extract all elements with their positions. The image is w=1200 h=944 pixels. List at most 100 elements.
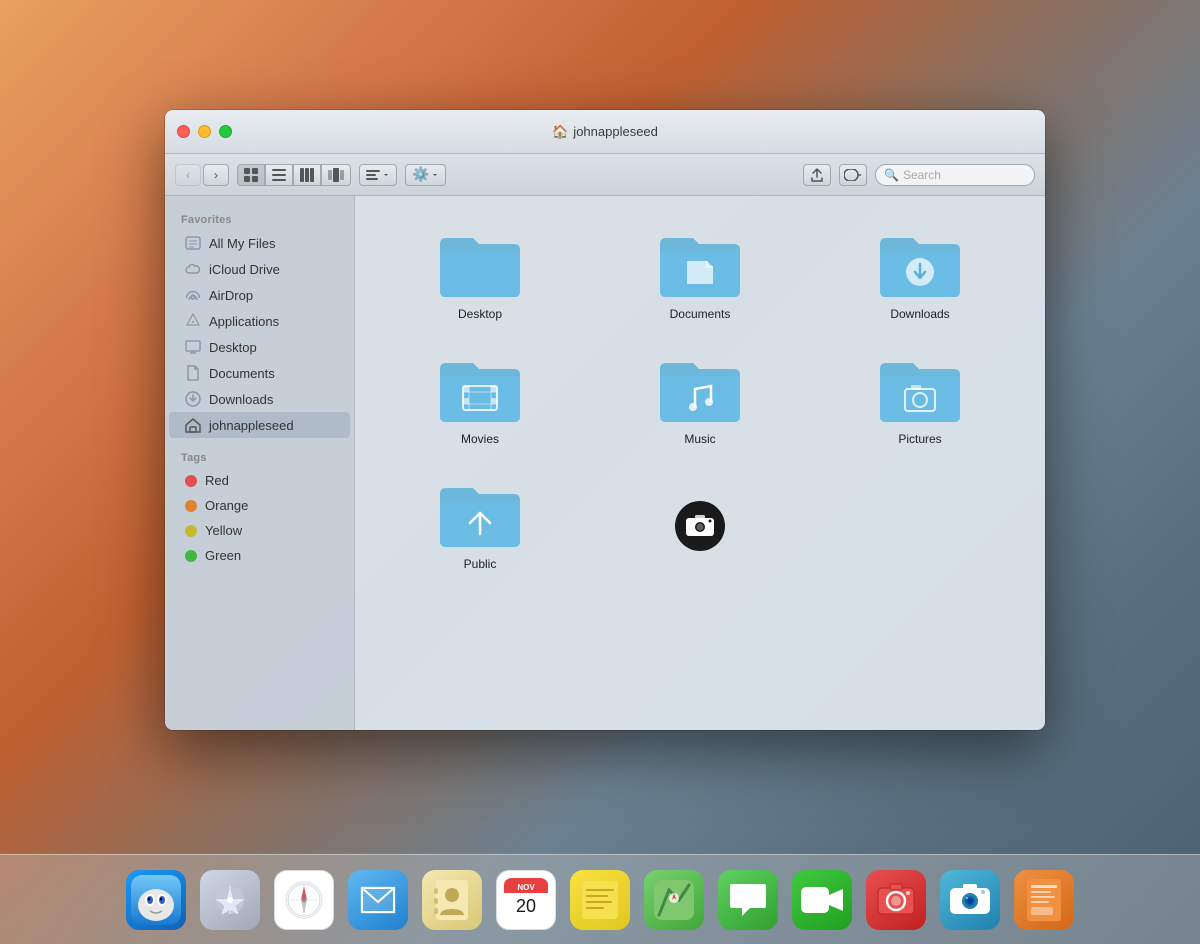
orange-tag-label: Orange (205, 498, 248, 513)
screenshot-icon-container (595, 466, 805, 581)
minimize-button[interactable] (198, 125, 211, 138)
file-item-downloads[interactable]: Downloads (815, 216, 1025, 331)
pictures-folder-icon (875, 351, 965, 426)
dock: NOV 20 (0, 854, 1200, 944)
documents-label: Documents (209, 366, 275, 381)
sidebar-item-desktop[interactable]: Desktop (169, 334, 350, 360)
sidebar-item-applications[interactable]: Applications (169, 308, 350, 334)
nav-buttons: ‹ › (175, 164, 229, 186)
downloads-label: Downloads (209, 392, 273, 407)
downloads-folder-icon (875, 226, 965, 301)
public-folder-label: Public (464, 557, 497, 571)
coverflow-view-button[interactable] (321, 164, 351, 186)
svg-text:NOV: NOV (517, 883, 535, 892)
sidebar: Favorites All My Files (165, 196, 355, 730)
file-item-movies[interactable]: Movies (375, 341, 585, 456)
icloud-label: iCloud Drive (209, 262, 280, 277)
dock-item-facetime[interactable] (788, 866, 856, 934)
window-controls (177, 125, 232, 138)
title-icon: 🏠 (552, 124, 568, 140)
documents-folder-icon (655, 226, 745, 301)
file-item-pictures[interactable]: Pictures (815, 341, 1025, 456)
music-folder-icon (655, 351, 745, 426)
svg-text:20: 20 (516, 896, 536, 916)
tag-button[interactable] (839, 164, 867, 186)
arrange-button[interactable] (359, 164, 397, 186)
dock-item-messages[interactable] (714, 866, 782, 934)
sidebar-item-all-my-files[interactable]: All My Files (169, 230, 350, 256)
dock-item-mail[interactable] (344, 866, 412, 934)
action-button[interactable]: ⚙️ (405, 164, 446, 186)
file-item-documents[interactable]: Documents (595, 216, 805, 331)
back-button[interactable]: ‹ (175, 164, 201, 186)
desktop-folder-label: Desktop (458, 307, 502, 321)
dock-item-launchpad[interactable] (196, 866, 264, 934)
green-tag-label: Green (205, 548, 241, 563)
sidebar-item-icloud-drive[interactable]: iCloud Drive (169, 256, 350, 282)
icloud-icon (185, 261, 201, 277)
file-item-music[interactable]: Music (595, 341, 805, 456)
screenshot-icon (675, 501, 725, 551)
forward-button[interactable]: › (203, 164, 229, 186)
airdrop-icon (185, 287, 201, 303)
downloads-icon (185, 391, 201, 407)
maximize-button[interactable] (219, 125, 232, 138)
movies-folder-icon (435, 351, 525, 426)
green-tag-dot (185, 550, 197, 562)
file-grid: Desktop Documents (355, 196, 1045, 730)
dock-item-safari[interactable] (270, 866, 338, 934)
documents-folder-label: Documents (670, 307, 731, 321)
dock-item-contacts[interactable] (418, 866, 486, 934)
close-button[interactable] (177, 125, 190, 138)
desktop-icon (185, 339, 201, 355)
music-folder-label: Music (684, 432, 715, 446)
red-tag-label: Red (205, 473, 229, 488)
sidebar-item-documents[interactable]: Documents (169, 360, 350, 386)
dock-item-maps[interactable] (640, 866, 708, 934)
dock-item-photobooth[interactable] (862, 866, 930, 934)
toolbar: ‹ › (165, 154, 1045, 196)
sidebar-item-tag-orange[interactable]: Orange (169, 493, 350, 518)
desktop-folder-icon (435, 226, 525, 301)
all-my-files-icon (185, 235, 201, 251)
orange-tag-dot (185, 500, 197, 512)
search-placeholder: Search (903, 168, 941, 182)
search-box[interactable]: 🔍 Search (875, 164, 1035, 186)
list-view-button[interactable] (265, 164, 293, 186)
sidebar-item-home[interactable]: johnappleseed (169, 412, 350, 438)
all-my-files-label: All My Files (209, 236, 275, 251)
sidebar-item-tag-green[interactable]: Green (169, 543, 350, 568)
red-tag-dot (185, 475, 197, 487)
pictures-folder-label: Pictures (898, 432, 941, 446)
title-bar: 🏠 johnappleseed (165, 110, 1045, 154)
icon-view-button[interactable] (237, 164, 265, 186)
content-area: Favorites All My Files (165, 196, 1045, 730)
window-title: 🏠 johnappleseed (552, 124, 658, 140)
home-icon (185, 417, 201, 433)
file-item-desktop[interactable]: Desktop (375, 216, 585, 331)
tags-label: Tags (165, 444, 354, 468)
desktop-label: Desktop (209, 340, 257, 355)
share-button[interactable] (803, 164, 831, 186)
dock-item-camera[interactable] (936, 866, 1004, 934)
search-icon: 🔍 (884, 168, 899, 182)
yellow-tag-label: Yellow (205, 523, 242, 538)
applications-label: Applications (209, 314, 279, 329)
sidebar-item-tag-yellow[interactable]: Yellow (169, 518, 350, 543)
dock-item-notes[interactable] (566, 866, 634, 934)
sidebar-item-tag-red[interactable]: Red (169, 468, 350, 493)
sidebar-item-downloads[interactable]: Downloads (169, 386, 350, 412)
dock-item-calendar[interactable]: NOV 20 (492, 866, 560, 934)
public-folder-icon (435, 476, 525, 551)
sidebar-item-airdrop[interactable]: AirDrop (169, 282, 350, 308)
dock-item-finder[interactable] (122, 866, 190, 934)
airdrop-label: AirDrop (209, 288, 253, 303)
applications-icon (185, 313, 201, 329)
file-item-public[interactable]: Public (375, 466, 585, 581)
downloads-folder-label: Downloads (890, 307, 949, 321)
favorites-label: Favorites (165, 206, 354, 230)
dock-item-pages[interactable] (1010, 866, 1078, 934)
documents-icon (185, 365, 201, 381)
yellow-tag-dot (185, 525, 197, 537)
column-view-button[interactable] (293, 164, 321, 186)
